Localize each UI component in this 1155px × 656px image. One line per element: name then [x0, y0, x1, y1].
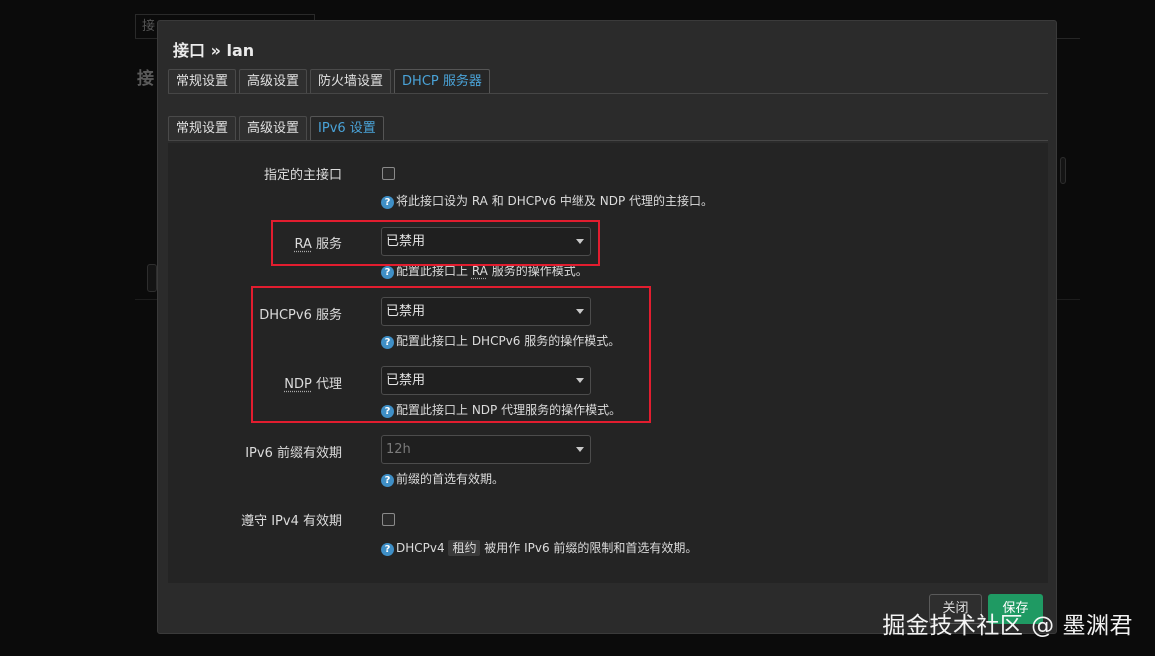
prefix-lifetime-select[interactable]: 12h	[381, 435, 591, 464]
help-icon: ?	[381, 196, 394, 209]
tab-advanced[interactable]: 高级设置	[239, 69, 308, 94]
background-button	[1060, 157, 1066, 184]
watermark-text: 掘金技术社区 @ 墨渊君	[882, 613, 1133, 639]
main-tabs-divider	[168, 93, 1048, 94]
master-interface-checkbox[interactable]	[382, 167, 395, 180]
chevron-down-icon	[576, 447, 584, 452]
prefix-lifetime-label: IPv6 前缀有效期	[245, 446, 342, 461]
highlight-box-ra	[271, 220, 600, 266]
main-tabs: 常规设置 高级设置 防火墙设置 DHCP 服务器	[168, 69, 493, 94]
background-button	[147, 264, 157, 292]
highlight-box-dhcpv6-ndp	[251, 286, 651, 423]
background-tab-label: 接	[142, 19, 156, 34]
master-interface-label: 指定的主接口	[263, 168, 342, 183]
subtab-advanced[interactable]: 高级设置	[239, 116, 308, 141]
background-heading: 接	[137, 69, 154, 89]
ipv6-settings-panel: 指定的主接口 ? 将此接口设为 RA 和 DHCPv6 中继及 NDP 代理的主接…	[168, 143, 1048, 583]
prefix-lifetime-value: 12h	[386, 442, 411, 457]
help-icon: ?	[381, 543, 394, 556]
ipv4-lifetime-help: ? DHCPv4 租约 被用作 IPv6 前缀的限制和首选有效期。	[381, 539, 697, 556]
help-text-pre: DHCPv4	[396, 541, 449, 555]
tab-dhcp-server[interactable]: DHCP 服务器	[394, 69, 490, 94]
master-interface-help: ? 将此接口设为 RA 和 DHCPv6 中继及 NDP 代理的主接口。	[381, 192, 713, 209]
lease-tag: 租约	[448, 540, 481, 556]
ipv4-lifetime-label: 遵守 IPv4 有效期	[241, 514, 342, 529]
ipv4-lifetime-checkbox[interactable]	[382, 513, 395, 526]
help-text: 前缀的首选有效期。	[396, 472, 505, 486]
subtab-ipv6[interactable]: IPv6 设置	[310, 116, 384, 141]
help-text-post: 服务的操作模式。	[487, 264, 588, 278]
sub-tabs: 常规设置 高级设置 IPv6 设置	[168, 116, 387, 141]
prefix-lifetime-help: ? 前缀的首选有效期。	[381, 470, 504, 487]
help-text: 将此接口设为 RA 和 DHCPv6 中继及 NDP 代理的主接口。	[396, 194, 714, 208]
background-divider	[135, 299, 157, 300]
background-divider	[1057, 299, 1080, 300]
tab-general[interactable]: 常规设置	[168, 69, 237, 94]
dialog-title: 接口 » lan	[173, 41, 255, 60]
tab-firewall[interactable]: 防火墙设置	[310, 69, 392, 94]
help-text-pre: 配置此接口上	[396, 264, 472, 278]
subtab-general[interactable]: 常规设置	[168, 116, 237, 141]
help-icon: ?	[381, 474, 394, 487]
help-icon: ?	[381, 266, 394, 279]
help-text-post: 被用作 IPv6 前缀的限制和首选有效期。	[480, 541, 698, 555]
sub-tabs-divider	[168, 140, 1048, 141]
interface-dialog: 接口 » lan 常规设置 高级设置 防火墙设置 DHCP 服务器 常规设置 高…	[157, 20, 1057, 634]
help-abbr: RA	[471, 264, 488, 278]
